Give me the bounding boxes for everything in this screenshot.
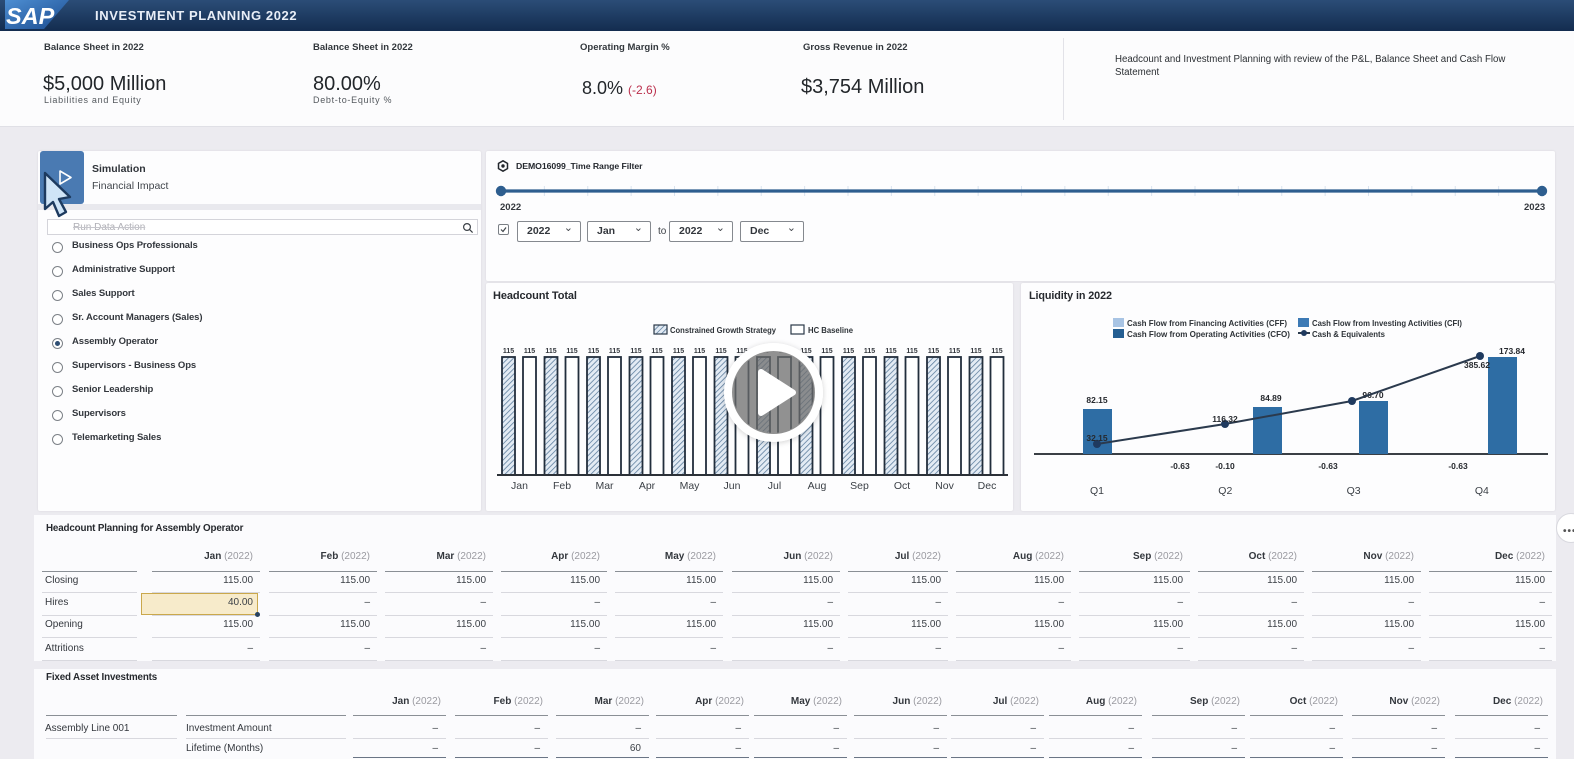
svg-text:385.62: 385.62 xyxy=(1464,360,1490,370)
svg-text:Aug: Aug xyxy=(808,480,827,492)
svg-text:Q4: Q4 xyxy=(1475,485,1489,497)
svg-text:115: 115 xyxy=(609,348,620,355)
svg-text:Q2: Q2 xyxy=(1218,485,1232,497)
svg-text:115: 115 xyxy=(906,348,917,355)
svg-text:115: 115 xyxy=(503,348,514,355)
svg-text:Feb: Feb xyxy=(553,480,571,492)
svg-text:115: 115 xyxy=(928,348,939,355)
svg-text:115: 115 xyxy=(991,348,1002,355)
svg-text:115: 115 xyxy=(630,348,641,355)
svg-text:-0.63: -0.63 xyxy=(1170,461,1190,471)
svg-text:Oct: Oct xyxy=(894,480,910,492)
svg-text:32.15: 32.15 xyxy=(1086,433,1108,443)
svg-text:Jun: Jun xyxy=(724,480,741,492)
svg-text:115: 115 xyxy=(864,348,875,355)
svg-text:115: 115 xyxy=(949,348,960,355)
svg-text:-0.63: -0.63 xyxy=(1448,461,1468,471)
svg-text:SAP: SAP xyxy=(6,3,55,29)
svg-text:Apr: Apr xyxy=(639,480,656,492)
svg-text:-0.10: -0.10 xyxy=(1215,461,1235,471)
svg-text:-0.63: -0.63 xyxy=(1318,461,1338,471)
svg-text:May: May xyxy=(680,480,701,492)
svg-text:115: 115 xyxy=(651,348,662,355)
svg-text:Nov: Nov xyxy=(935,480,954,492)
svg-text:Dec: Dec xyxy=(978,480,997,492)
svg-text:115: 115 xyxy=(821,348,832,355)
svg-text:Cash & Equivalents: Cash & Equivalents xyxy=(1312,329,1385,339)
svg-text:115: 115 xyxy=(843,348,854,355)
svg-text:173.84: 173.84 xyxy=(1499,346,1525,356)
svg-text:Jan: Jan xyxy=(511,480,528,492)
svg-text:Sep: Sep xyxy=(850,480,869,492)
svg-text:115: 115 xyxy=(545,348,556,355)
svg-text:82.15: 82.15 xyxy=(1086,395,1108,405)
svg-text:Cash Flow from Financing Activ: Cash Flow from Financing Activities (CFF… xyxy=(1127,318,1287,328)
svg-text:115: 115 xyxy=(588,348,599,355)
svg-text:115: 115 xyxy=(566,348,577,355)
svg-text:115: 115 xyxy=(673,348,684,355)
svg-text:115: 115 xyxy=(524,348,535,355)
svg-text:115: 115 xyxy=(694,348,705,355)
svg-text:115: 115 xyxy=(885,348,896,355)
svg-text:116.32: 116.32 xyxy=(1212,414,1238,424)
svg-text:Q3: Q3 xyxy=(1347,485,1361,497)
svg-text:Cash Flow from Investing Activ: Cash Flow from Investing Activities (CFI… xyxy=(1312,318,1462,328)
svg-text:Constrained Growth Strategy: Constrained Growth Strategy xyxy=(670,325,776,335)
svg-text:Mar: Mar xyxy=(595,480,614,492)
svg-text:115: 115 xyxy=(715,348,726,355)
svg-text:HC Baseline: HC Baseline xyxy=(808,325,853,335)
svg-text:115: 115 xyxy=(970,348,981,355)
svg-text:Jul: Jul xyxy=(768,480,781,492)
svg-text:Q1: Q1 xyxy=(1090,485,1104,497)
svg-text:Cash Flow from Operating Activ: Cash Flow from Operating Activities (CFO… xyxy=(1127,329,1290,339)
svg-text:84.89: 84.89 xyxy=(1260,393,1282,403)
